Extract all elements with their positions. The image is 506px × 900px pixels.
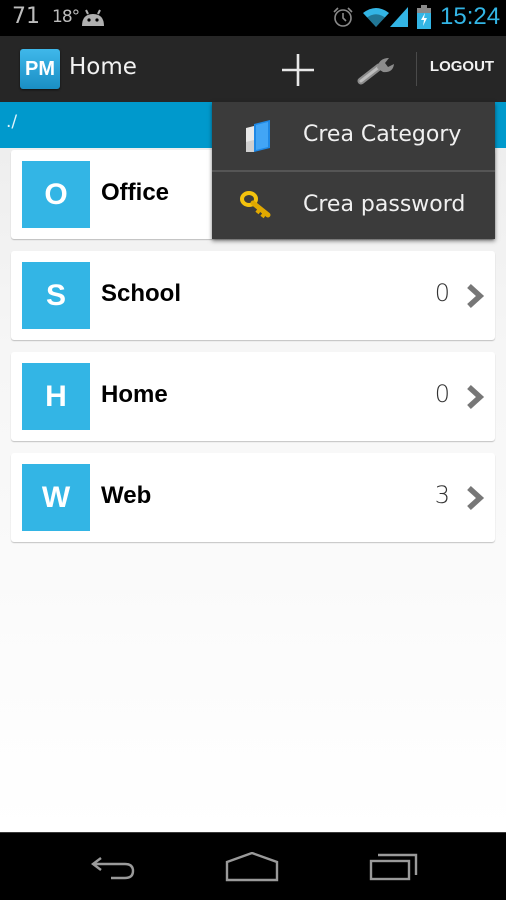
battery-charging-icon [417, 5, 431, 29]
overflow-popup-menu: Crea Category Crea password [212, 102, 495, 239]
temperature: 18° [52, 7, 80, 27]
category-name: School [101, 280, 182, 307]
category-item-home[interactable]: H Home 0 [11, 352, 495, 441]
back-icon [91, 857, 135, 880]
category-name: Office [101, 179, 170, 206]
category-name: Web [101, 482, 152, 509]
action-bar: PM Home LOGOUT [0, 36, 506, 102]
home-button[interactable] [222, 847, 282, 887]
plus-icon [282, 54, 314, 86]
navigation-bar [0, 832, 506, 900]
wifi-icon [363, 8, 389, 27]
page-title: Home [69, 54, 137, 80]
category-initial: H [22, 363, 90, 430]
category-item-school[interactable]: S School 0 [11, 251, 495, 340]
category-initial: O [22, 161, 90, 228]
category-list: O Office S School 0 H Home 0 W Web 3 [0, 148, 506, 832]
battery-percent: 71 [12, 4, 40, 29]
chevron-right-icon [467, 485, 485, 511]
wrench-icon [357, 58, 394, 85]
folder-icon [246, 120, 270, 152]
category-initial: S [22, 262, 90, 329]
category-name: Home [101, 381, 168, 408]
menu-item-label: Crea Category [303, 122, 462, 147]
recent-apps-button[interactable] [364, 847, 424, 887]
category-item-web[interactable]: W Web 3 [11, 453, 495, 542]
back-button[interactable] [82, 847, 142, 887]
clock: 15:24 [440, 3, 501, 30]
chevron-right-icon [467, 283, 485, 309]
android-icon [82, 9, 104, 26]
menu-item-crea-category[interactable]: Crea Category [212, 102, 495, 170]
current-path: ./ [6, 112, 18, 132]
chevron-right-icon [467, 384, 485, 410]
category-count: 0 [434, 380, 450, 408]
category-count: 0 [434, 279, 450, 307]
menu-item-crea-password[interactable]: Crea password [212, 172, 495, 240]
signal-icon [390, 7, 408, 27]
key-icon [240, 191, 271, 219]
recent-apps-icon [369, 853, 418, 881]
logout-button[interactable]: LOGOUT [424, 58, 500, 75]
action-bar-divider [416, 52, 417, 86]
app-logo[interactable]: PM [20, 49, 60, 89]
alarm-icon [333, 7, 353, 27]
menu-item-label: Crea password [303, 192, 466, 217]
add-button[interactable] [276, 50, 320, 90]
status-bar: 71 18° 15:24 [0, 0, 506, 36]
settings-button[interactable] [352, 50, 400, 90]
home-icon [225, 852, 279, 882]
category-count: 3 [434, 481, 450, 509]
category-initial: W [22, 464, 90, 531]
